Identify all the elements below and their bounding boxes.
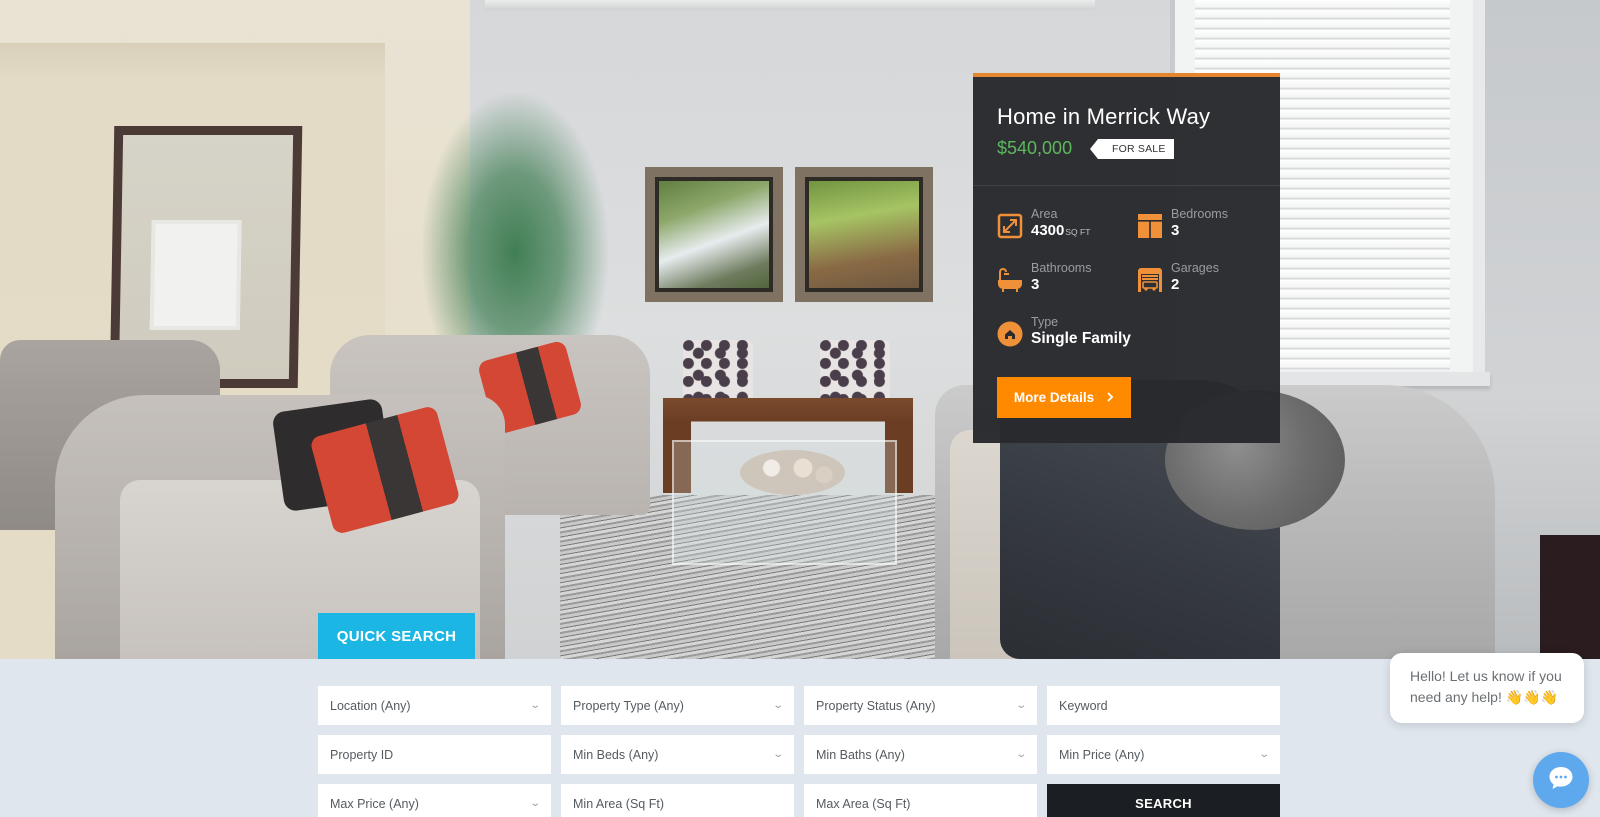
feature-label: Area — [1031, 207, 1058, 221]
mirror-reflection-door — [149, 220, 242, 330]
max-area-input[interactable] — [816, 796, 1025, 811]
feature-area: Area 4300SQ FT — [997, 207, 1090, 242]
feature-bathrooms: Bathrooms 3 — [997, 261, 1091, 295]
min-area-input[interactable] — [573, 796, 782, 811]
chevron-down-icon: ⌄ — [1014, 749, 1027, 760]
feature-label: Garages — [1171, 261, 1219, 275]
min-price-select[interactable]: Min Price (Any) ⌄ — [1047, 735, 1280, 774]
property-title[interactable]: Home in Merrick Way — [997, 104, 1210, 130]
property-price: $540,000 — [997, 138, 1073, 158]
chevron-right-icon — [1106, 390, 1114, 405]
feature-label: Bedrooms — [1171, 207, 1228, 221]
chat-launcher-button[interactable] — [1533, 752, 1589, 808]
property-type-select[interactable]: Property Type (Any) ⌄ — [561, 686, 794, 725]
max-price-select[interactable]: Max Price (Any) ⌄ — [318, 784, 551, 817]
feature-value: 3 — [1031, 276, 1040, 293]
feature-bedrooms: Bedrooms 3 — [1137, 207, 1228, 241]
feature-value: 4300 — [1031, 222, 1065, 239]
property-type-select-value: Property Type (Any) — [573, 698, 684, 713]
chevron-down-icon: ⌄ — [528, 700, 541, 711]
more-details-button[interactable]: More Details — [997, 377, 1131, 418]
bench-pillow — [683, 340, 753, 402]
garage-icon — [1137, 267, 1163, 293]
min-baths-select[interactable]: Min Baths (Any) ⌄ — [804, 735, 1037, 774]
decor-bowl — [740, 450, 845, 495]
chevron-down-icon: ⌄ — [528, 798, 541, 809]
potted-plant — [420, 90, 610, 360]
feature-value: 3 — [1171, 222, 1180, 239]
min-baths-select-value: Min Baths (Any) — [816, 747, 905, 762]
min-beds-select-value: Min Beds (Any) — [573, 747, 659, 762]
dresser — [1540, 535, 1600, 659]
wall-art-waterfall — [645, 167, 783, 302]
feature-unit: SQ FT — [1065, 227, 1091, 237]
wall-art-forest — [795, 167, 933, 302]
chat-icon — [1547, 764, 1575, 797]
feature-label: Type — [1031, 315, 1059, 329]
property-id-input[interactable] — [330, 747, 539, 762]
keyword-input[interactable] — [1059, 698, 1268, 713]
search-button[interactable]: SEARCH — [1047, 784, 1280, 817]
property-card: Home in Merrick Way $540,000 FOR SALE Ar… — [973, 73, 1280, 443]
chevron-down-icon: ⌄ — [1014, 700, 1027, 711]
home-icon — [997, 321, 1023, 347]
max-area-field[interactable] — [804, 784, 1037, 817]
more-details-label: More Details — [1013, 390, 1095, 405]
chevron-down-icon: ⌄ — [1257, 749, 1270, 760]
quick-search-form: Location (Any) ⌄ Property Type (Any) ⌄ P… — [318, 686, 1280, 817]
card-divider — [973, 185, 1280, 186]
feature-label: Bathrooms — [1031, 261, 1092, 275]
location-select[interactable]: Location (Any) ⌄ — [318, 686, 551, 725]
bench-pillow — [820, 340, 890, 402]
property-status-select[interactable]: Property Status (Any) ⌄ — [804, 686, 1037, 725]
chevron-down-icon: ⌄ — [771, 700, 784, 711]
min-beds-select[interactable]: Min Beds (Any) ⌄ — [561, 735, 794, 774]
chevron-down-icon: ⌄ — [771, 749, 784, 760]
min-area-field[interactable] — [561, 784, 794, 817]
chat-greeting-bubble[interactable]: Hello! Let us know if you need any help!… — [1390, 653, 1584, 723]
status-badge: FOR SALE — [1090, 139, 1174, 159]
keyword-field[interactable] — [1047, 686, 1280, 725]
area-icon — [997, 213, 1023, 239]
feature-garages: Garages 2 — [1137, 261, 1219, 295]
property-status-select-value: Property Status (Any) — [816, 698, 936, 713]
location-select-value: Location (Any) — [330, 698, 411, 713]
feature-type: Type Single Family — [997, 315, 1131, 349]
bed-icon — [1137, 213, 1163, 239]
feature-value: Single Family — [1031, 330, 1131, 347]
hero-image — [0, 0, 1600, 659]
property-id-field[interactable] — [318, 735, 551, 774]
feature-value: 2 — [1171, 276, 1180, 293]
quick-search-tab[interactable]: QUICK SEARCH — [318, 613, 475, 659]
chat-greeting-text: Hello! Let us know if you need any help!… — [1410, 668, 1562, 705]
crown-molding — [485, 0, 1095, 10]
min-price-select-value: Min Price (Any) — [1059, 747, 1145, 762]
bathtub-icon — [997, 267, 1023, 293]
max-price-select-value: Max Price (Any) — [330, 796, 419, 811]
